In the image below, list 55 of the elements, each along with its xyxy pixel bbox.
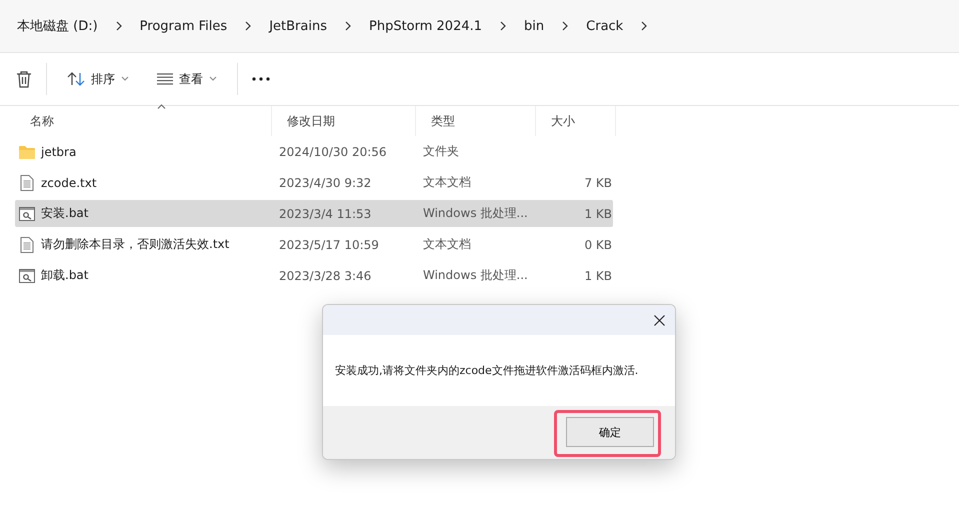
modified-date: 2023/4/30 9:32 (278, 176, 372, 190)
chevron-icon (499, 20, 508, 32)
view-button[interactable]: 查看 (151, 66, 223, 92)
modified-date: 2024/10/30 20:56 (278, 144, 388, 158)
file-row[interactable]: jetbra 2024/10/30 20:56 文件夹 (15, 138, 613, 165)
close-icon[interactable] (654, 314, 665, 326)
sort-button[interactable]: 排序 (61, 66, 135, 92)
file-type: Windows 批处理... (422, 205, 529, 222)
chevron-icon (561, 20, 570, 32)
file-type: Windows 批处理... (422, 267, 529, 284)
caret-icon (209, 76, 217, 82)
file-name: 卸载.bat (41, 267, 88, 284)
file-type: 文本文档 (422, 236, 472, 253)
modified-date: 2023/3/4 11:53 (278, 206, 372, 220)
caret-icon (121, 76, 129, 82)
document-icon (19, 174, 35, 190)
ok-button[interactable]: 确定 (566, 417, 654, 447)
file-size: 1 KB (584, 206, 612, 220)
breadcrumb-item[interactable]: 本地磁盘 (D:) (17, 17, 98, 35)
chevron-icon (640, 20, 648, 32)
dialog-message: 安装成功,请将文件夹内的zcode文件拖进软件激活码框内激活. (335, 363, 638, 378)
file-type: 文本文档 (422, 174, 472, 191)
chevron-icon (244, 20, 252, 32)
column-header[interactable]: 修改日期 (287, 112, 335, 130)
file-name: 请勿删除本目录，否则激活失效.txt (41, 236, 230, 253)
file-name: zcode.txt (41, 176, 97, 190)
file-type: 文件夹 (422, 143, 460, 160)
chevron-icon (344, 20, 352, 32)
breadcrumb-item[interactable]: Crack (586, 18, 624, 34)
list-icon (157, 73, 173, 85)
breadcrumb-item[interactable]: JetBrains (269, 18, 327, 34)
breadcrumb-item[interactable]: bin (524, 18, 544, 34)
column-header[interactable]: 类型 (431, 112, 455, 130)
file-row[interactable]: zcode.txt 2023/4/30 9:32 文本文档 7 KB (15, 169, 613, 196)
document-icon (19, 236, 35, 252)
file-size: 1 KB (584, 268, 612, 282)
sort-icon (67, 72, 85, 86)
file-size: 0 KB (584, 238, 612, 252)
modified-date: 2023/5/17 10:59 (278, 238, 380, 252)
sort-caret-icon (157, 104, 166, 109)
file-name: jetbra (41, 144, 76, 158)
chevron-icon (114, 20, 123, 32)
trash-icon[interactable] (16, 70, 32, 88)
column-header[interactable]: 名称 (30, 112, 54, 130)
file-row[interactable]: 请勿删除本目录，否则激活失效.txt 2023/5/17 10:59 文本文档 0 KB (15, 231, 613, 258)
modified-date: 2023/3/28 3:46 (278, 268, 372, 282)
folder-icon (19, 144, 35, 158)
breadcrumb-item[interactable]: PhpStorm 2024.1 (368, 18, 482, 34)
breadcrumb-item[interactable]: Program Files (140, 18, 228, 34)
column-header[interactable]: 大小 (551, 112, 575, 130)
file-row[interactable]: 安装.bat 2023/3/4 11:53 Windows 批处理... 1 KB (15, 200, 613, 227)
more-icon[interactable] (252, 77, 270, 81)
file-name: 安装.bat (41, 205, 88, 222)
file-size: 7 KB (584, 176, 612, 190)
file-row[interactable]: 卸载.bat 2023/3/28 3:46 Windows 批处理... 1 KB (15, 262, 613, 289)
